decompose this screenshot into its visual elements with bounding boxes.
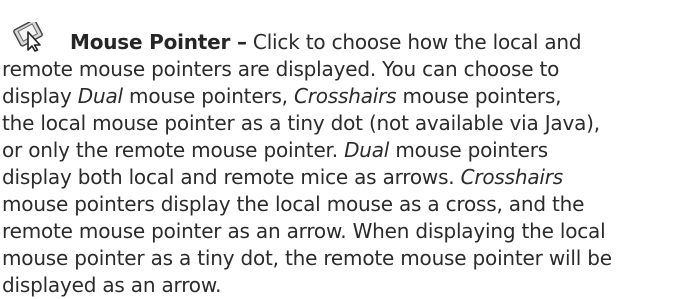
text-line-7: mouse pointers display the local mouse a… [2, 192, 585, 216]
text-line-8: remote mouse pointer as an arrow. When d… [2, 219, 606, 243]
text-line-6-part-1: display both local and remote mice as ar… [2, 165, 461, 189]
text-line-5: or only the remote mouse pointer. Dual m… [2, 137, 694, 164]
term-dual-2: Dual [344, 138, 390, 162]
text-line-5-part-2: mouse pointers [389, 138, 548, 162]
term-dual: Dual [77, 84, 123, 108]
text-line-10: displayed as an arrow. [2, 273, 222, 297]
mouse-pointer-icon [13, 22, 43, 52]
text-line-3-part-1: display [2, 84, 78, 108]
text-line-6: display both local and remote mice as ar… [2, 164, 694, 191]
text-line-3-part-3: mouse pointers, [396, 84, 562, 108]
text-line-3: display Dual mouse pointers, Crosshairs … [2, 83, 694, 110]
term-crosshairs-2: Crosshairs [460, 165, 564, 189]
mouse-pointer-description: Mouse Pointer – Click to choose how the … [2, 2, 694, 299]
text-line-5-part-1: or only the remote mouse pointer. [2, 138, 345, 162]
paragraph-first-line: Mouse Pointer – Click to choose how the … [2, 2, 694, 56]
text-line-3-part-2: mouse pointers, [122, 84, 294, 108]
text-line-9: mouse pointer as a tiny dot, the remote … [2, 246, 612, 270]
text-line-2: remote mouse pointers are displayed. You… [2, 57, 560, 81]
text-line-1: Click to choose how the local and [246, 30, 582, 54]
heading-label: Mouse Pointer – [70, 30, 247, 54]
term-crosshairs: Crosshairs [293, 84, 397, 108]
text-line-4: the local mouse pointer as a tiny dot (n… [2, 111, 600, 135]
document-body: Mouse Pointer – Click to choose how the … [0, 0, 698, 297]
